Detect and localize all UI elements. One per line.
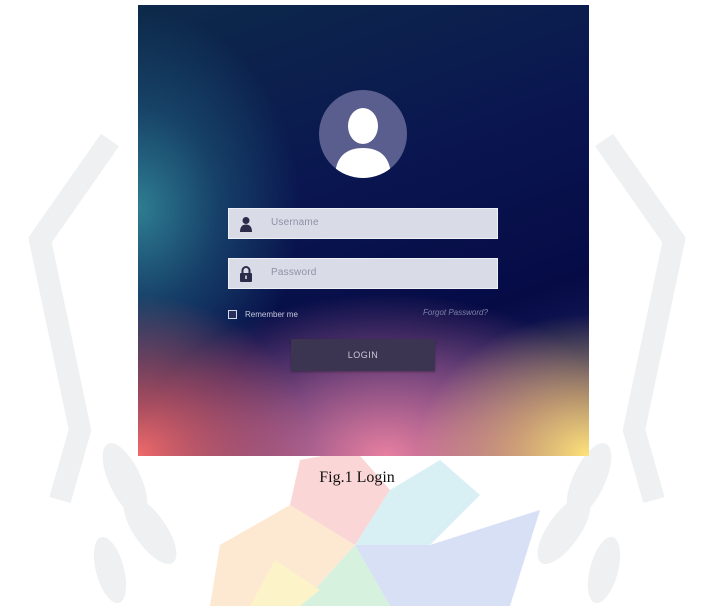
login-button[interactable]: LOGIN bbox=[291, 339, 435, 371]
remember-me-checkbox[interactable]: Remember me bbox=[228, 308, 298, 320]
user-icon bbox=[240, 217, 252, 232]
username-field[interactable]: Username bbox=[228, 208, 498, 239]
page: Username Password Remember me Forgot Pas… bbox=[0, 0, 714, 606]
figure-caption: Fig.1 Login bbox=[319, 469, 395, 486]
password-placeholder: Password bbox=[271, 267, 317, 278]
remember-me-label: Remember me bbox=[245, 309, 298, 319]
checkbox-box[interactable] bbox=[228, 309, 237, 319]
lock-icon bbox=[240, 266, 252, 282]
user-avatar-icon bbox=[319, 90, 407, 178]
password-field[interactable]: Password bbox=[228, 258, 498, 289]
forgot-password-link[interactable]: Forgot Password? bbox=[423, 308, 488, 317]
username-placeholder: Username bbox=[271, 217, 319, 228]
login-panel: Username Password Remember me Forgot Pas… bbox=[138, 5, 589, 456]
